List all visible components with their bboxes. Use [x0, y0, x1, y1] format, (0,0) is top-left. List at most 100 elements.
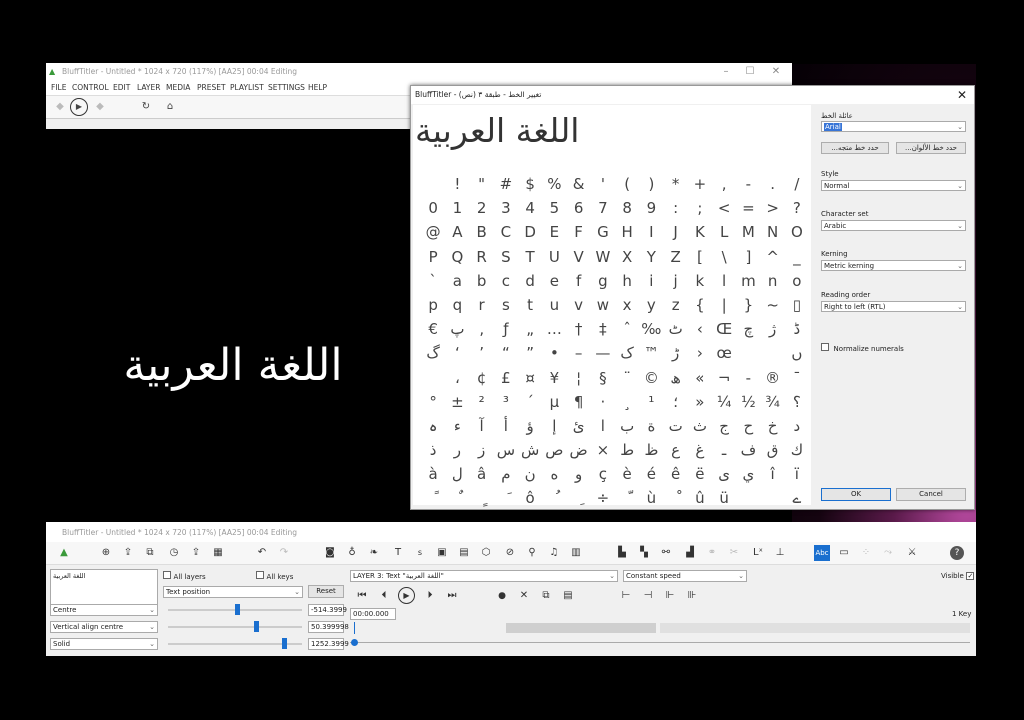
character-cell[interactable]: ˆ: [615, 318, 639, 342]
character-cell[interactable]: ث: [688, 415, 712, 439]
character-cell[interactable]: ': [591, 173, 615, 197]
character-cell[interactable]: V: [567, 246, 591, 270]
style-select[interactable]: Normal ⌄: [821, 180, 966, 191]
character-cell[interactable]: ": [470, 173, 494, 197]
scrubber-thumb[interactable]: [351, 639, 358, 646]
character-cell[interactable]: ‡: [591, 318, 615, 342]
character-cell[interactable]: ة: [639, 415, 663, 439]
character-cell[interactable]: ‹: [688, 318, 712, 342]
character-cell[interactable]: f: [567, 270, 591, 294]
close-button[interactable]: ✕: [766, 65, 786, 79]
character-cell[interactable]: ƒ: [494, 318, 518, 342]
character-cell[interactable]: 1: [445, 197, 469, 221]
character-cell[interactable]: i: [639, 270, 663, 294]
character-cell[interactable]: o: [785, 270, 809, 294]
character-cell[interactable]: *: [664, 173, 688, 197]
character-cell[interactable]: م: [494, 463, 518, 487]
horizontal-align-select[interactable]: Centre ⌄: [50, 604, 158, 616]
character-cell[interactable]: !: [445, 173, 469, 197]
character-cell[interactable]: E: [542, 221, 566, 245]
step-back-icon[interactable]: ⏴: [376, 588, 392, 604]
open-folder-icon[interactable]: ⇪: [120, 545, 136, 561]
reading-order-select[interactable]: Right to left (RTL) ⌄: [821, 301, 966, 312]
character-cell[interactable]: =: [736, 197, 760, 221]
character-cell[interactable]: ù: [639, 487, 663, 511]
clock-icon[interactable]: ◷: [166, 545, 182, 561]
visible-row[interactable]: Visible ✓: [941, 571, 975, 580]
character-cell[interactable]: x: [615, 294, 639, 318]
character-cell[interactable]: †: [567, 318, 591, 342]
character-cell[interactable]: \: [712, 246, 736, 270]
character-cell[interactable]: /: [785, 173, 809, 197]
character-cell[interactable]: ت: [664, 415, 688, 439]
model-icon[interactable]: ⬡: [478, 545, 494, 561]
character-grid[interactable]: ! " # $% & '() * +, -./0 1 2 3 4 5 6 7 8 9:; < = >? @ A B C D E F G H…: [421, 173, 809, 512]
character-cell[interactable]: J: [664, 221, 688, 245]
character-cell[interactable]: Y: [639, 246, 663, 270]
character-cell[interactable]: ê: [664, 463, 688, 487]
scissors-icon[interactable]: ✂: [726, 545, 742, 561]
character-cell[interactable]: ?: [785, 197, 809, 221]
character-cell[interactable]: س: [494, 439, 518, 463]
character-cell[interactable]: m: [736, 270, 760, 294]
character-cell[interactable]: إ: [542, 415, 566, 439]
character-cell[interactable]: 7: [591, 197, 615, 221]
character-cell[interactable]: O: [785, 221, 809, 245]
ok-button[interactable]: OK: [821, 488, 891, 501]
help-icon[interactable]: ?: [950, 546, 964, 560]
character-cell[interactable]: ؤ: [518, 415, 542, 439]
character-cell[interactable]: T: [518, 246, 542, 270]
character-cell[interactable]: Q: [445, 246, 469, 270]
character-cell[interactable]: h: [615, 270, 639, 294]
cancel-button[interactable]: Cancel: [896, 488, 966, 501]
menu-preset[interactable]: PRESET: [197, 83, 226, 92]
character-cell[interactable]: â: [470, 463, 494, 487]
film-icon[interactable]: ▦: [210, 545, 226, 561]
character-cell[interactable]: 0: [421, 197, 445, 221]
play-button[interactable]: ▶: [70, 98, 88, 116]
character-cell[interactable]: :: [664, 197, 688, 221]
character-cell[interactable]: à: [421, 463, 445, 487]
slider-x-thumb[interactable]: [235, 604, 240, 615]
character-cell[interactable]: •: [542, 342, 566, 366]
character-cell[interactable]: ¯: [785, 367, 809, 391]
character-cell[interactable]: ‚: [470, 318, 494, 342]
time-scrubber[interactable]: [350, 638, 970, 648]
character-cell[interactable]: 5: [542, 197, 566, 221]
character-cell[interactable]: ¨: [615, 367, 639, 391]
character-cell[interactable]: ئ: [567, 415, 591, 439]
character-cell[interactable]: ح: [736, 415, 760, 439]
character-cell[interactable]: ×: [591, 439, 615, 463]
character-cell[interactable]: ف: [736, 439, 760, 463]
character-cell[interactable]: z: [664, 294, 688, 318]
add-layer-icon[interactable]: ⊕: [98, 545, 114, 561]
character-cell[interactable]: {: [688, 294, 712, 318]
character-cell[interactable]: ء: [445, 415, 469, 439]
align-left-icon[interactable]: ▙: [614, 545, 630, 561]
character-cell[interactable]: .: [761, 173, 785, 197]
character-cell[interactable]: ®: [761, 367, 785, 391]
layer-select[interactable]: LAYER 3: Text "اللغة العربية" ⌄: [350, 570, 618, 582]
speed-select[interactable]: Constant speed ⌄: [623, 570, 747, 582]
character-cell[interactable]: ً: [421, 487, 445, 511]
particle-icon[interactable]: ⊘: [502, 545, 518, 561]
character-cell[interactable]: [761, 487, 785, 511]
character-cell[interactable]: ہ: [421, 415, 445, 439]
character-cell[interactable]: @: [421, 221, 445, 245]
menu-help[interactable]: HELP: [308, 83, 327, 92]
character-cell[interactable]: ھ: [664, 367, 688, 391]
character-cell[interactable]: B: [470, 221, 494, 245]
magic-wand-icon[interactable]: ⚔: [904, 545, 920, 561]
property-select[interactable]: Text position ⌄: [163, 586, 303, 598]
character-cell[interactable]: 4: [518, 197, 542, 221]
choose-gradient-font-button[interactable]: ...حدد خط متجه: [821, 142, 889, 154]
reset-button[interactable]: Reset: [308, 585, 344, 598]
character-cell[interactable]: ه: [542, 463, 566, 487]
slider-z-thumb[interactable]: [282, 638, 287, 649]
character-cell[interactable]: ڑ: [664, 342, 688, 366]
character-cell[interactable]: ،: [445, 367, 469, 391]
value-x-input[interactable]: -514.3999: [308, 604, 347, 616]
menu-settings[interactable]: SETTINGS: [268, 83, 305, 92]
character-cell[interactable]: ç: [591, 463, 615, 487]
all-keys-checkbox[interactable]: [256, 571, 264, 579]
